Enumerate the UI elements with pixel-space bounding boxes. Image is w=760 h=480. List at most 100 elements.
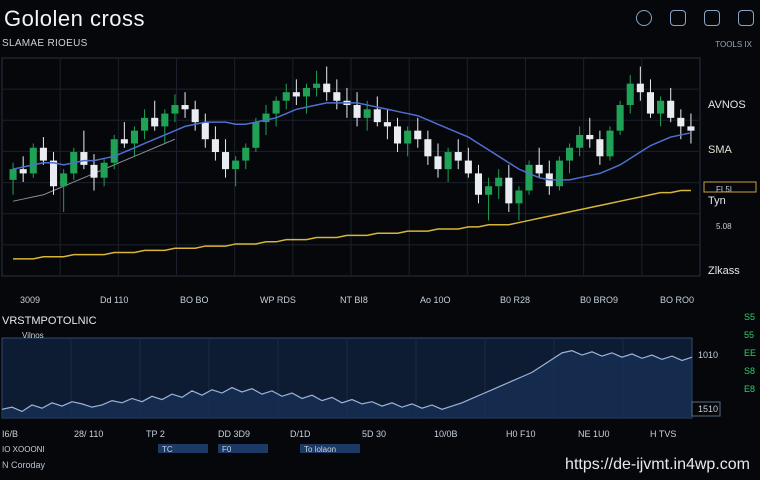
candle-body (404, 130, 412, 144)
indicator-side-label: 55 (744, 330, 754, 340)
indicator-side-label: EE (744, 348, 756, 358)
indicator-legend: Vilnos (22, 331, 44, 340)
indicator-x-tick-label: 5D 30 (362, 429, 386, 439)
candle-body (535, 164, 543, 174)
candle-body (292, 92, 300, 97)
candle-body (130, 130, 139, 144)
candle-body (596, 139, 604, 157)
candle-body (181, 105, 189, 110)
candle-body (39, 147, 47, 161)
indicator-x-tick-label: DD 3D9 (218, 429, 250, 439)
price-x-tick-label: B0 BRO9 (580, 295, 618, 305)
candle-body (454, 152, 462, 161)
footer-tab-label: F0 (222, 445, 232, 454)
candle-body (201, 122, 209, 140)
candle-body (525, 164, 533, 191)
indicator-side-label: S5 (744, 312, 755, 322)
candle-body (667, 100, 675, 118)
candle-body (211, 139, 219, 153)
candle-body (232, 160, 240, 170)
indicator-x-tick-label: I6/B (2, 429, 18, 439)
candle-body (110, 139, 118, 163)
candle-body (646, 92, 655, 114)
candle-body (120, 139, 128, 144)
candle-body (677, 117, 685, 127)
price-right-value: FL5I (716, 185, 732, 194)
candle-body (242, 147, 250, 161)
chart-svg: AVNOS SMA Tyn Zlkass 5.08 FL5I 3009 Dd 110 BO BO… (1, 57, 757, 454)
candle-body (515, 190, 523, 204)
candle-body (485, 186, 493, 195)
indicator-right-value: 1010 (698, 350, 718, 360)
candle-body (80, 152, 88, 165)
candle-body (313, 83, 321, 88)
candle-body (414, 130, 422, 140)
price-right-label: Tyn (708, 195, 726, 207)
indicator-x-tick-label: H0 F10 (506, 429, 536, 439)
candle-body (221, 152, 230, 170)
candle-body (323, 83, 331, 93)
candle-body (424, 139, 432, 157)
indicator-x-tick-label: D/1D (290, 429, 311, 439)
candle-body (565, 147, 574, 161)
price-right-value: 5.08 (716, 222, 732, 231)
price-x-tick-label: NT BI8 (340, 295, 368, 305)
candle-body (363, 109, 371, 118)
footer-label-left: IO XOOONI (2, 445, 45, 454)
indicator-right-value: 1510 (698, 404, 718, 414)
candle-body (474, 173, 483, 195)
price-right-label: SMA (708, 144, 733, 156)
candle-body (49, 160, 58, 187)
price-x-tick-label: BO RO0 (660, 295, 694, 305)
candle-body (383, 122, 391, 127)
candle-body (171, 105, 179, 114)
candle-body (272, 100, 280, 114)
candle-body (252, 122, 260, 148)
price-right-label: AVNOS (708, 99, 746, 111)
candle-body (353, 105, 361, 118)
watermark-url: https://de-ijvmt.in4wp.com (565, 456, 750, 473)
indicator-x-tick-label: H TVS (650, 429, 676, 439)
candle-body (636, 83, 644, 93)
candle-body (626, 83, 634, 106)
price-x-tick-label: WP RDS (260, 295, 296, 305)
indicator-title: VRSTMPOTOLNIC (2, 315, 97, 327)
candle-body (616, 105, 624, 131)
candle-body (151, 117, 159, 127)
candle-body (505, 177, 513, 204)
price-x-tick-label: Ao 10O (420, 295, 451, 305)
price-x-tick-label: Dd 110 (100, 295, 128, 305)
candle-body (444, 152, 452, 170)
slow-ma-line (13, 189, 691, 260)
candle-body (90, 164, 98, 178)
candle-body (373, 109, 381, 123)
price-right-label: Zlkass (708, 265, 740, 277)
indicator-x-tick-label: 28/ 110 (74, 429, 103, 439)
candle-body (576, 134, 584, 148)
candle-body (333, 92, 341, 101)
price-x-tick-label: B0 R28 (500, 295, 530, 305)
candle-body (19, 169, 27, 174)
candle-body (586, 134, 594, 140)
candle-body (434, 156, 442, 170)
candle-body (495, 177, 503, 187)
price-x-tick-label: 3009 (20, 295, 40, 305)
candle-body (606, 130, 614, 157)
indicator-side-label: E8 (744, 384, 755, 394)
candle-body (687, 126, 695, 131)
candle-body (141, 117, 149, 131)
candle-body (555, 160, 563, 187)
indicator-x-tick-label: NE 1U0 (578, 429, 610, 439)
candle-body (282, 92, 290, 101)
footer-tab-label: To lolaon (304, 445, 336, 454)
candle-body (393, 126, 402, 144)
candle-body (464, 160, 472, 174)
candle-body (161, 113, 169, 127)
candle-body (657, 100, 665, 114)
candle-body (60, 173, 68, 187)
indicator-x-tick-label: TP 2 (146, 429, 165, 439)
price-x-tick-label: BO BO (180, 295, 209, 305)
indicator-x-tick-label: 10/0B (434, 429, 458, 439)
footer-label: N Coroday (2, 460, 46, 470)
candle-body (29, 147, 37, 174)
